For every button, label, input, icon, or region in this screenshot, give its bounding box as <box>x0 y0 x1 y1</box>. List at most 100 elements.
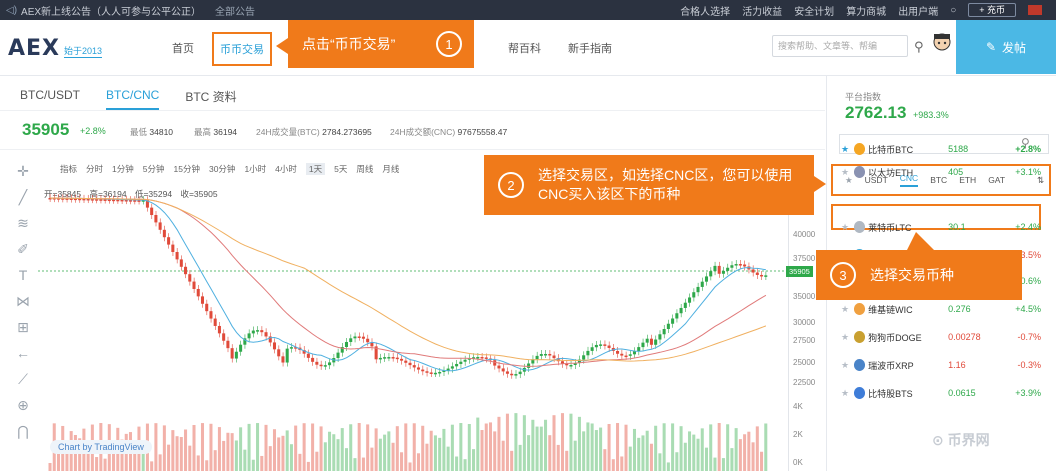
candle <box>675 313 679 319</box>
volume-bar <box>416 453 421 471</box>
volume-bar <box>518 444 522 471</box>
candle <box>586 350 590 356</box>
recharge-button[interactable]: + 充币 <box>968 3 1016 17</box>
interval-1h[interactable]: 1小时 <box>244 163 266 175</box>
candle <box>391 357 395 359</box>
indicator-button[interactable]: 指标 <box>60 163 77 175</box>
fork-icon[interactable]: ≋ <box>17 210 29 236</box>
candle <box>666 323 670 330</box>
search-icon[interactable]: ⚲ <box>914 39 924 55</box>
volume-bar <box>459 423 463 471</box>
interval-week[interactable]: 周线 <box>356 163 373 175</box>
magnet-icon[interactable]: ⋂ <box>17 418 28 444</box>
candle <box>658 334 662 340</box>
volume-bar <box>315 451 319 471</box>
candle <box>260 330 264 333</box>
volume-bar <box>323 442 327 471</box>
favorite-star-icon[interactable]: ★ <box>841 304 854 315</box>
volume-bar <box>285 430 289 471</box>
volume-bar <box>620 456 624 471</box>
top-link-4[interactable]: 算力商城 <box>846 3 886 18</box>
y-tick: 0K <box>793 458 803 467</box>
coin-name: 瑞波币XRP <box>868 360 914 371</box>
coin-row[interactable]: ★ 狗狗币DOGE 0.00278 -0.7% <box>841 326 1041 348</box>
tab-btc-usdt[interactable]: BTC/USDT <box>20 88 80 110</box>
volume-bar <box>480 430 484 471</box>
interval-5m[interactable]: 5分钟 <box>143 163 165 175</box>
interval-15m[interactable]: 15分钟 <box>174 163 200 175</box>
text-icon[interactable]: T <box>19 262 28 288</box>
user-avatar-icon[interactable] <box>932 32 952 56</box>
interval-month[interactable]: 月线 <box>382 163 399 175</box>
tab-btc-info[interactable]: BTC 资料 <box>185 88 236 110</box>
chart-interval-toolbar: 指标 分时 1分钟 5分钟 15分钟 30分钟 1小时 4小时 1天 5天 周线… <box>60 163 399 175</box>
post-button[interactable]: ✎ 发帖 <box>956 20 1056 74</box>
candle <box>582 355 586 360</box>
crosshair-icon[interactable]: ✛ <box>17 158 29 184</box>
back-arrow-icon[interactable]: ← <box>16 340 30 366</box>
volume-bar <box>366 424 370 471</box>
pattern-icon[interactable]: ⋈ <box>16 288 30 314</box>
nav-guide[interactable]: 新手指南 <box>568 40 612 56</box>
ma-line-short <box>50 197 766 372</box>
current-price-tag: 35905 <box>786 266 813 277</box>
volume-bar <box>484 423 488 471</box>
volume-bar <box>607 423 611 471</box>
top-link-2[interactable]: 活力收益 <box>742 3 782 18</box>
coin-row[interactable]: ★ 莱特币LTC 30.1 +2.4% <box>841 216 1041 238</box>
nav-coin-trade[interactable]: 币币交易 <box>212 32 272 66</box>
coin-row[interactable]: ★ 以太坊ETH 405 +3.1% <box>841 161 1041 183</box>
volume-bar <box>764 423 768 471</box>
top-link-5[interactable]: 出用户端 <box>898 3 938 18</box>
volume-bar <box>560 413 565 471</box>
coin-name: 比特币BTC <box>868 144 914 155</box>
interval-1m[interactable]: 1分钟 <box>112 163 134 175</box>
interval-timeline[interactable]: 分时 <box>86 163 103 175</box>
volume-bar <box>192 425 196 471</box>
tab-btc-cnc[interactable]: BTC/CNC <box>106 88 160 110</box>
coin-row[interactable]: ★ 比特股BTS 0.0615 +3.9% <box>841 382 1041 404</box>
interval-1d[interactable]: 1天 <box>305 163 326 175</box>
favorite-star-icon[interactable]: ★ <box>841 332 854 343</box>
favorite-star-icon[interactable]: ★ <box>841 360 854 371</box>
favorite-star-icon[interactable]: ★ <box>841 144 854 155</box>
favorite-star-icon[interactable]: ★ <box>841 222 854 233</box>
volume-bar <box>349 424 353 471</box>
zoom-icon[interactable]: ⊕ <box>17 392 29 418</box>
volume-bar <box>675 452 679 471</box>
nav-wiki[interactable]: 帮百科 <box>508 40 541 56</box>
volume-bar <box>510 450 514 471</box>
top-link-3[interactable]: 安全计划 <box>794 3 834 18</box>
interval-5d[interactable]: 5天 <box>334 163 347 175</box>
interval-4h[interactable]: 4小时 <box>275 163 297 175</box>
search-input[interactable]: 搜索帮助、文章等、帮编 <box>772 35 908 57</box>
volume-bar <box>328 431 332 471</box>
candle <box>620 353 624 356</box>
candle <box>679 307 683 314</box>
favorite-star-icon[interactable]: ★ <box>841 167 854 178</box>
language-flag-icon[interactable] <box>1028 5 1042 15</box>
coin-row[interactable]: ★ 维基链WIC 0.276 +4.5% <box>841 298 1041 320</box>
volume-bar <box>450 424 454 471</box>
favorite-star-icon[interactable]: ★ <box>841 388 854 399</box>
announcement-link[interactable]: AEX新上线公告（人人可参与公平公正） <box>21 3 201 18</box>
measure-icon[interactable]: ⊞ <box>17 314 29 340</box>
coin-row[interactable]: ★ 比特币BTC 5188 +2.8% <box>841 138 1041 160</box>
nav-home[interactable]: 首页 <box>172 40 194 56</box>
bell-icon[interactable]: ○ <box>950 5 956 16</box>
top-link-1[interactable]: 合格人选择 <box>680 3 730 18</box>
trendline-icon[interactable]: ╱ <box>19 184 27 210</box>
all-announcements-link[interactable]: 全部公告 <box>215 3 255 18</box>
coin-row[interactable]: ★ 瑞波币XRP 1.16 -0.3% <box>841 354 1041 376</box>
logo[interactable]: AEX <box>8 36 60 61</box>
interval-30m[interactable]: 30分钟 <box>209 163 235 175</box>
volume-bar <box>632 428 637 471</box>
candlestick-chart[interactable] <box>38 180 818 471</box>
pencil-icon: ✎ <box>985 40 997 54</box>
ruler-icon[interactable]: ⟋ <box>18 366 28 392</box>
volume-bar <box>162 425 166 471</box>
brush-icon[interactable]: ✐ <box>17 236 29 262</box>
tradingview-badge[interactable]: Chart by TradingView <box>50 440 152 454</box>
volume-bar <box>721 458 725 471</box>
candle <box>649 338 653 345</box>
